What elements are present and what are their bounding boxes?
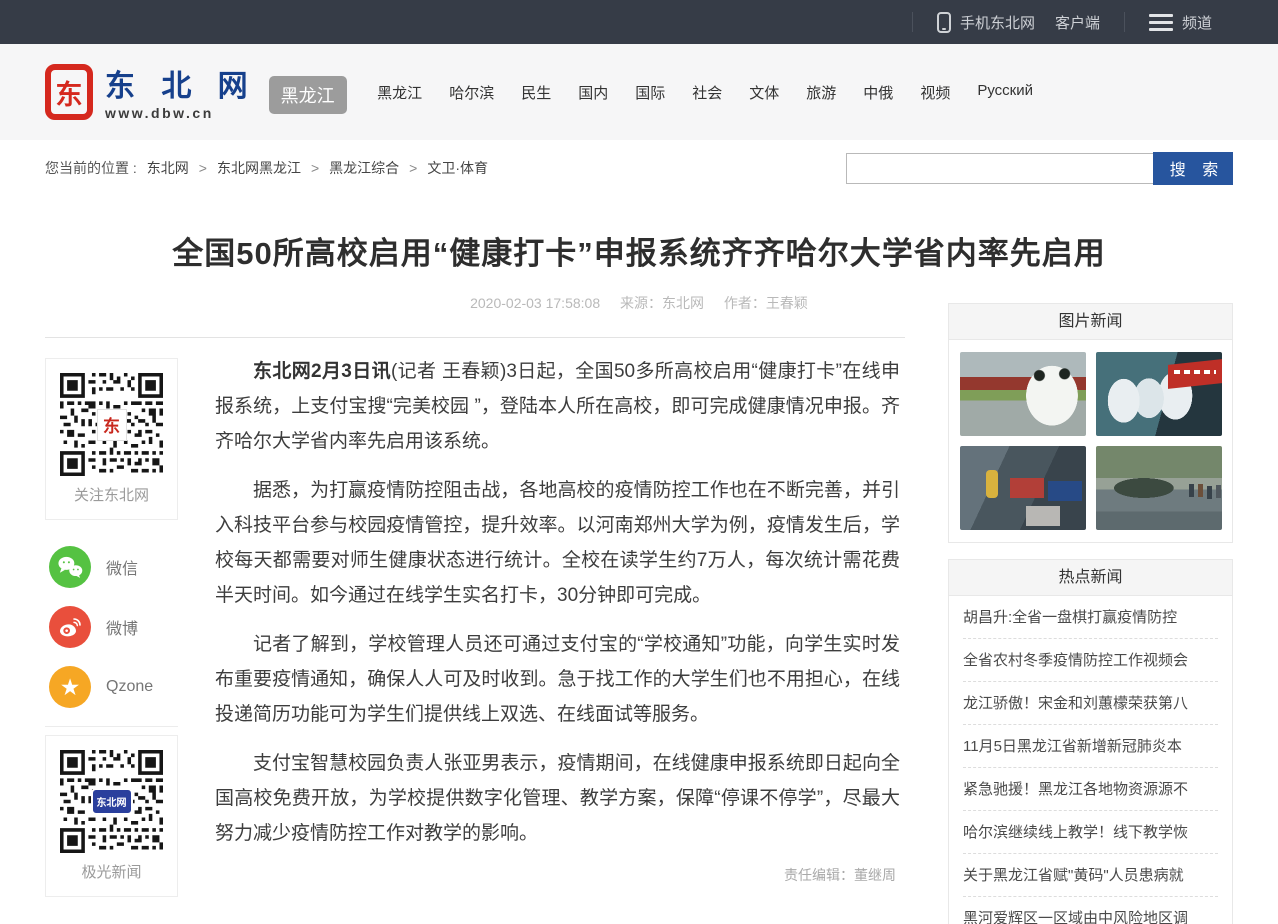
- topbar-divider: [1124, 12, 1125, 32]
- client-link[interactable]: 客户端: [1055, 12, 1100, 33]
- breadcrumb-item-general[interactable]: 黑龙江综合: [329, 158, 399, 178]
- share-weibo[interactable]: 微博: [49, 606, 178, 648]
- nav-item-minsheng[interactable]: 民生: [521, 82, 551, 103]
- search-button[interactable]: 搜 索: [1153, 152, 1233, 185]
- site-logo[interactable]: 东 东 北 网 www.dbw.cn 黑龙江: [45, 64, 347, 120]
- hot-news-item[interactable]: 黑河爱辉区一区域由中风险地区调: [963, 897, 1218, 924]
- header-divider: [45, 337, 905, 338]
- article-author: 作者：王春颖: [724, 295, 808, 311]
- photo-news-box: 图片新闻: [948, 303, 1233, 543]
- editor-credit: 责任编辑：董继周: [215, 865, 900, 885]
- hot-news-item[interactable]: 11月5日黑龙江省新增新冠肺炎本: [963, 725, 1218, 768]
- hot-news-box: 热点新闻 胡昌升:全省一盘棋打赢疫情防控 全省农村冬季疫情防控工作视频会 龙江骄…: [948, 559, 1233, 924]
- qr-caption-follow: 关注东北网: [46, 484, 177, 511]
- weibo-icon: [49, 606, 91, 648]
- nav-item-international[interactable]: 国际: [635, 82, 665, 103]
- breadcrumb-separator: >: [409, 160, 417, 176]
- site-header: 东 东 北 网 www.dbw.cn 黑龙江 黑龙江 哈尔滨 民生 国内 国际 …: [0, 44, 1278, 140]
- nav-item-heilongjiang[interactable]: 黑龙江: [377, 82, 422, 103]
- nav-item-domestic[interactable]: 国内: [578, 82, 608, 103]
- article-paragraph: 记者了解到，学校管理人员还可通过支付宝的“学校通知”功能，向学生实时发布重要疫情…: [215, 627, 900, 732]
- article-paragraph: 据悉，为打赢疫情防控阻击战，各地高校的疫情防控工作也在不断完善，并引入科技平台参…: [215, 473, 900, 613]
- right-rail: 图片新闻 热点新闻 胡昌升:全省一盘棋打赢疫情防控 全省农村冬季疫情防控工作视频…: [948, 293, 1233, 924]
- hot-news-item[interactable]: 胡昌升:全省一盘棋打赢疫情防控: [963, 596, 1218, 639]
- nav-item-travel[interactable]: 旅游: [806, 82, 836, 103]
- breadcrumb-separator: >: [199, 160, 207, 176]
- photo-thumb-harvest-crates[interactable]: [960, 446, 1086, 530]
- left-rail: 东 关注东北网: [45, 340, 178, 897]
- breadcrumb-separator: >: [311, 160, 319, 176]
- qr-caption-news-app: 极光新闻: [46, 861, 177, 888]
- qr-card-follow: 东 关注东北网: [45, 358, 178, 520]
- hot-news-title: 热点新闻: [949, 560, 1232, 596]
- hot-news-item[interactable]: 哈尔滨继续线上教学！线下教学恢: [963, 811, 1218, 854]
- qr-center-logo: 东: [97, 409, 127, 441]
- hot-news-item[interactable]: 全省农村冬季疫情防控工作视频会: [963, 639, 1218, 682]
- logo-mark-icon: 东: [45, 64, 93, 120]
- photo-news-title: 图片新闻: [949, 304, 1232, 340]
- article-body: 东北网2月3日讯(记者 王春颖)3日起，全国50多所高校启用“健康打卡”在线申报…: [215, 340, 900, 897]
- hot-news-list: 胡昌升:全省一盘棋打赢疫情防控 全省农村冬季疫情防控工作视频会 龙江骄傲！宋金和…: [949, 596, 1232, 924]
- breadcrumb: 您当前的位置 : 东北网 > 东北网黑龙江 > 黑龙江综合 > 文卫·体育: [45, 158, 488, 178]
- breadcrumb-item-heilongjiang[interactable]: 东北网黑龙江: [217, 158, 301, 178]
- nav-item-video[interactable]: 视频: [920, 82, 950, 103]
- article-source[interactable]: 来源：东北网: [620, 295, 704, 311]
- paragraph-lead: 东北网2月3日讯: [253, 361, 391, 382]
- share-wechat-label: 微信: [106, 555, 138, 579]
- article-title: 全国50所高校启用“健康打卡”申报系统齐齐哈尔大学省内率先启用: [0, 228, 1278, 273]
- photo-thumb-medical-workers[interactable]: [1096, 352, 1222, 436]
- photo-thumb-panda-mascot[interactable]: [960, 352, 1086, 436]
- share-qzone-label: Qzone: [106, 678, 153, 696]
- breadcrumb-item-home[interactable]: 东北网: [147, 158, 189, 178]
- channel-menu-button[interactable]: 频道: [1149, 12, 1212, 33]
- wechat-icon: [49, 546, 91, 588]
- breadcrumb-item-culture-sport[interactable]: 文卫·体育: [427, 158, 488, 178]
- mobile-site-link[interactable]: 手机东北网: [937, 12, 1035, 33]
- breadcrumb-prefix: 您当前的位置 :: [45, 158, 137, 178]
- nav-item-harbin[interactable]: 哈尔滨: [449, 82, 494, 103]
- nav-item-society[interactable]: 社会: [692, 82, 722, 103]
- logo-title: 东 北 网: [105, 72, 257, 102]
- qr-code-news-app: 东北网: [60, 750, 163, 853]
- logo-url: www.dbw.cn: [105, 106, 257, 120]
- client-label: 客户端: [1055, 12, 1100, 33]
- mobile-site-label: 手机东北网: [960, 12, 1035, 33]
- logo-text: 东 北 网 www.dbw.cn: [105, 72, 257, 120]
- article-paragraph: 东北网2月3日讯(记者 王春颖)3日起，全国50多所高校启用“健康打卡”在线申报…: [215, 354, 900, 459]
- hot-news-item[interactable]: 紧急驰援！黑龙江各地物资源源不: [963, 768, 1218, 811]
- region-badge: 黑龙江: [269, 76, 347, 114]
- qr-center-logo: 东北网: [91, 788, 133, 815]
- qr-card-news-app: 东北网 极光新闻: [45, 735, 178, 897]
- nav-item-china-russia[interactable]: 中俄: [863, 82, 893, 103]
- share-wechat[interactable]: 微信: [49, 546, 178, 588]
- content: 2020-02-03 17:58:08 来源：东北网 作者：王春颖 东: [0, 293, 1278, 897]
- article-date: 2020-02-03 17:58:08: [470, 295, 600, 311]
- qr-code-follow: 东: [60, 373, 163, 476]
- rail-divider: [45, 726, 178, 727]
- share-weibo-label: 微博: [106, 615, 138, 639]
- search-input[interactable]: [846, 153, 1153, 184]
- nav-item-culture-sports[interactable]: 文体: [749, 82, 779, 103]
- share-qzone[interactable]: ★ Qzone: [49, 666, 178, 708]
- topbar-divider: [912, 12, 913, 32]
- main-nav: 黑龙江 哈尔滨 民生 国内 国际 社会 文体 旅游 中俄 视频 Русский: [377, 82, 1033, 103]
- qzone-star-icon: ★: [49, 666, 91, 708]
- photo-thumb-riverbank[interactable]: [1096, 446, 1222, 530]
- topbar: 手机东北网 客户端 频道: [0, 0, 1278, 44]
- hot-news-item[interactable]: 关于黑龙江省赋"黄码"人员患病就: [963, 854, 1218, 897]
- channel-label: 频道: [1182, 12, 1212, 33]
- share-bar: 微信 微博 ★ Qzone: [49, 546, 178, 708]
- breadcrumb-row: 您当前的位置 : 东北网 > 东北网黑龙江 > 黑龙江综合 > 文卫·体育 搜 …: [0, 140, 1278, 196]
- hamburger-icon: [1149, 14, 1173, 31]
- article-paragraph: 支付宝智慧校园负责人张亚男表示，疫情期间，在线健康申报系统即日起向全国高校免费开…: [215, 746, 900, 851]
- nav-item-russian[interactable]: Русский: [977, 82, 1033, 103]
- search-box: 搜 索: [846, 152, 1233, 185]
- hot-news-item[interactable]: 龙江骄傲！宋金和刘蕙檬荣获第八: [963, 682, 1218, 725]
- phone-icon: [937, 12, 951, 33]
- photo-news-grid: [949, 340, 1232, 542]
